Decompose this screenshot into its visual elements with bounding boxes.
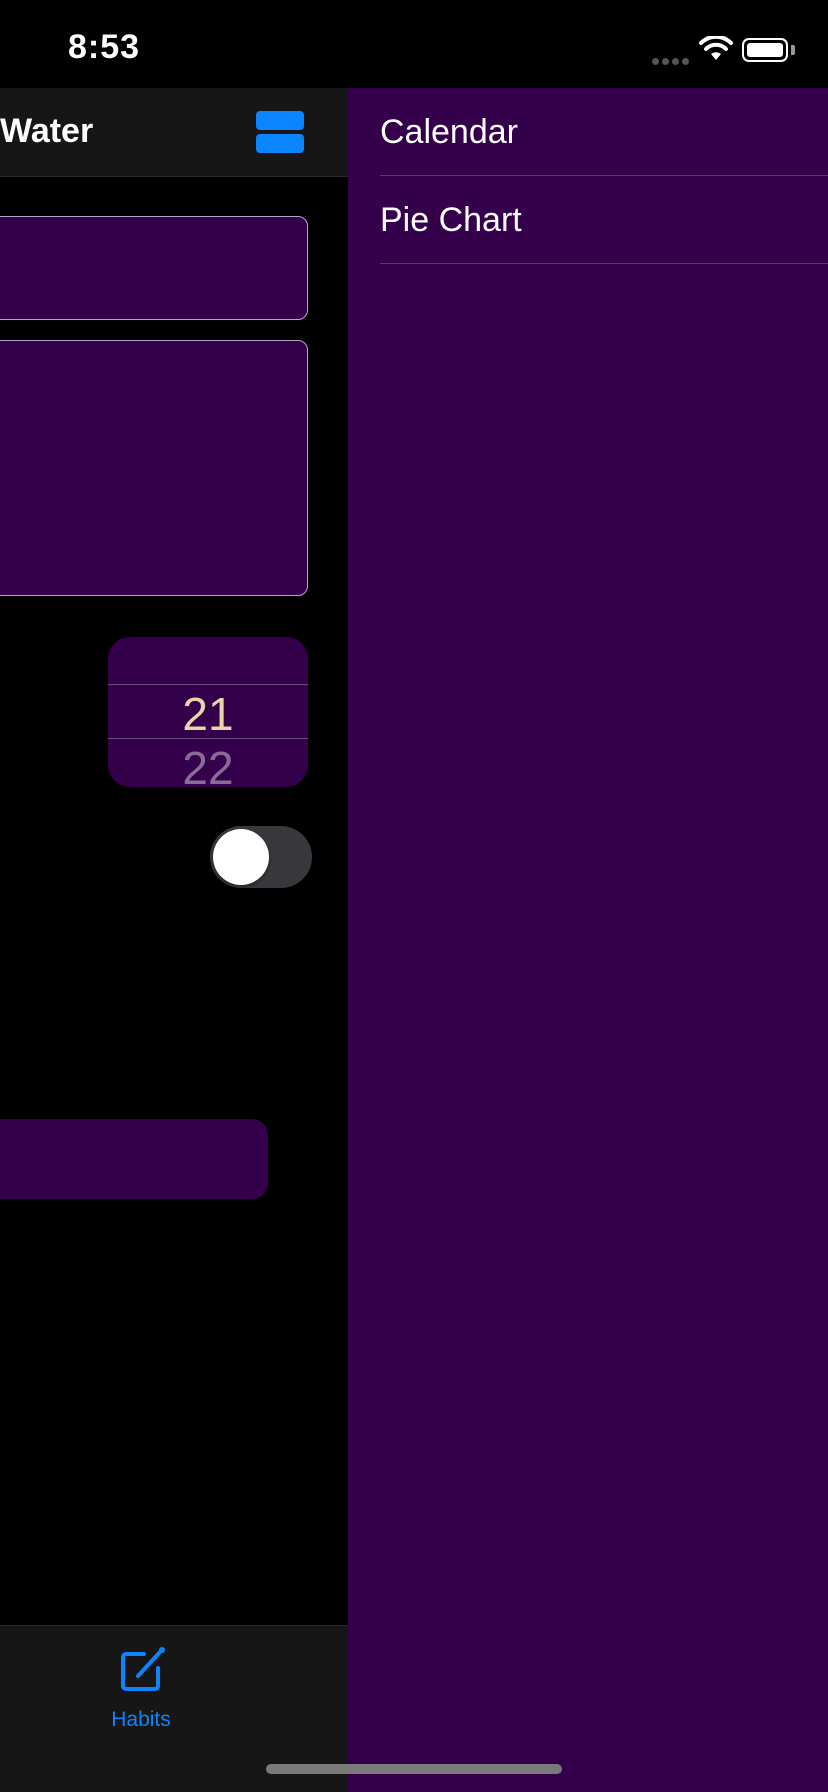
page-title: Water — [0, 112, 94, 150]
menu-icon[interactable] — [256, 111, 304, 153]
menu-item-calendar[interactable]: Calendar — [380, 88, 828, 176]
battery-icon — [742, 38, 788, 62]
menu-item-label: Pie Chart — [380, 201, 522, 239]
main-screen: Water 21 22 Habits — [0, 88, 348, 1792]
battery-tip — [791, 45, 795, 55]
picker-selected-value: 21 — [182, 688, 234, 740]
habit-notes-field[interactable] — [0, 340, 308, 596]
nav-bar: Water — [0, 88, 348, 177]
tab-habits-label: Habits — [111, 1708, 171, 1731]
status-bar: 8:53 — [0, 0, 828, 88]
compose-icon — [121, 1647, 165, 1691]
picker-next-value: 22 — [182, 742, 234, 787]
signal-icon — [652, 52, 692, 65]
toggle-knob — [213, 829, 269, 885]
status-time: 8:53 — [68, 28, 141, 66]
picker-top-line — [108, 684, 308, 685]
menu-item-pie-chart[interactable]: Pie Chart — [380, 176, 828, 264]
save-button[interactable] — [0, 1119, 268, 1199]
side-menu: Calendar Pie Chart — [348, 88, 828, 1792]
number-picker[interactable]: 21 22 — [108, 637, 308, 787]
wifi-icon — [699, 36, 733, 60]
reminder-toggle[interactable] — [210, 826, 312, 888]
home-indicator — [266, 1764, 562, 1774]
tab-habits[interactable]: Habits — [96, 1636, 186, 1736]
menu-item-label: Calendar — [380, 113, 518, 151]
habit-name-field[interactable] — [0, 216, 308, 320]
